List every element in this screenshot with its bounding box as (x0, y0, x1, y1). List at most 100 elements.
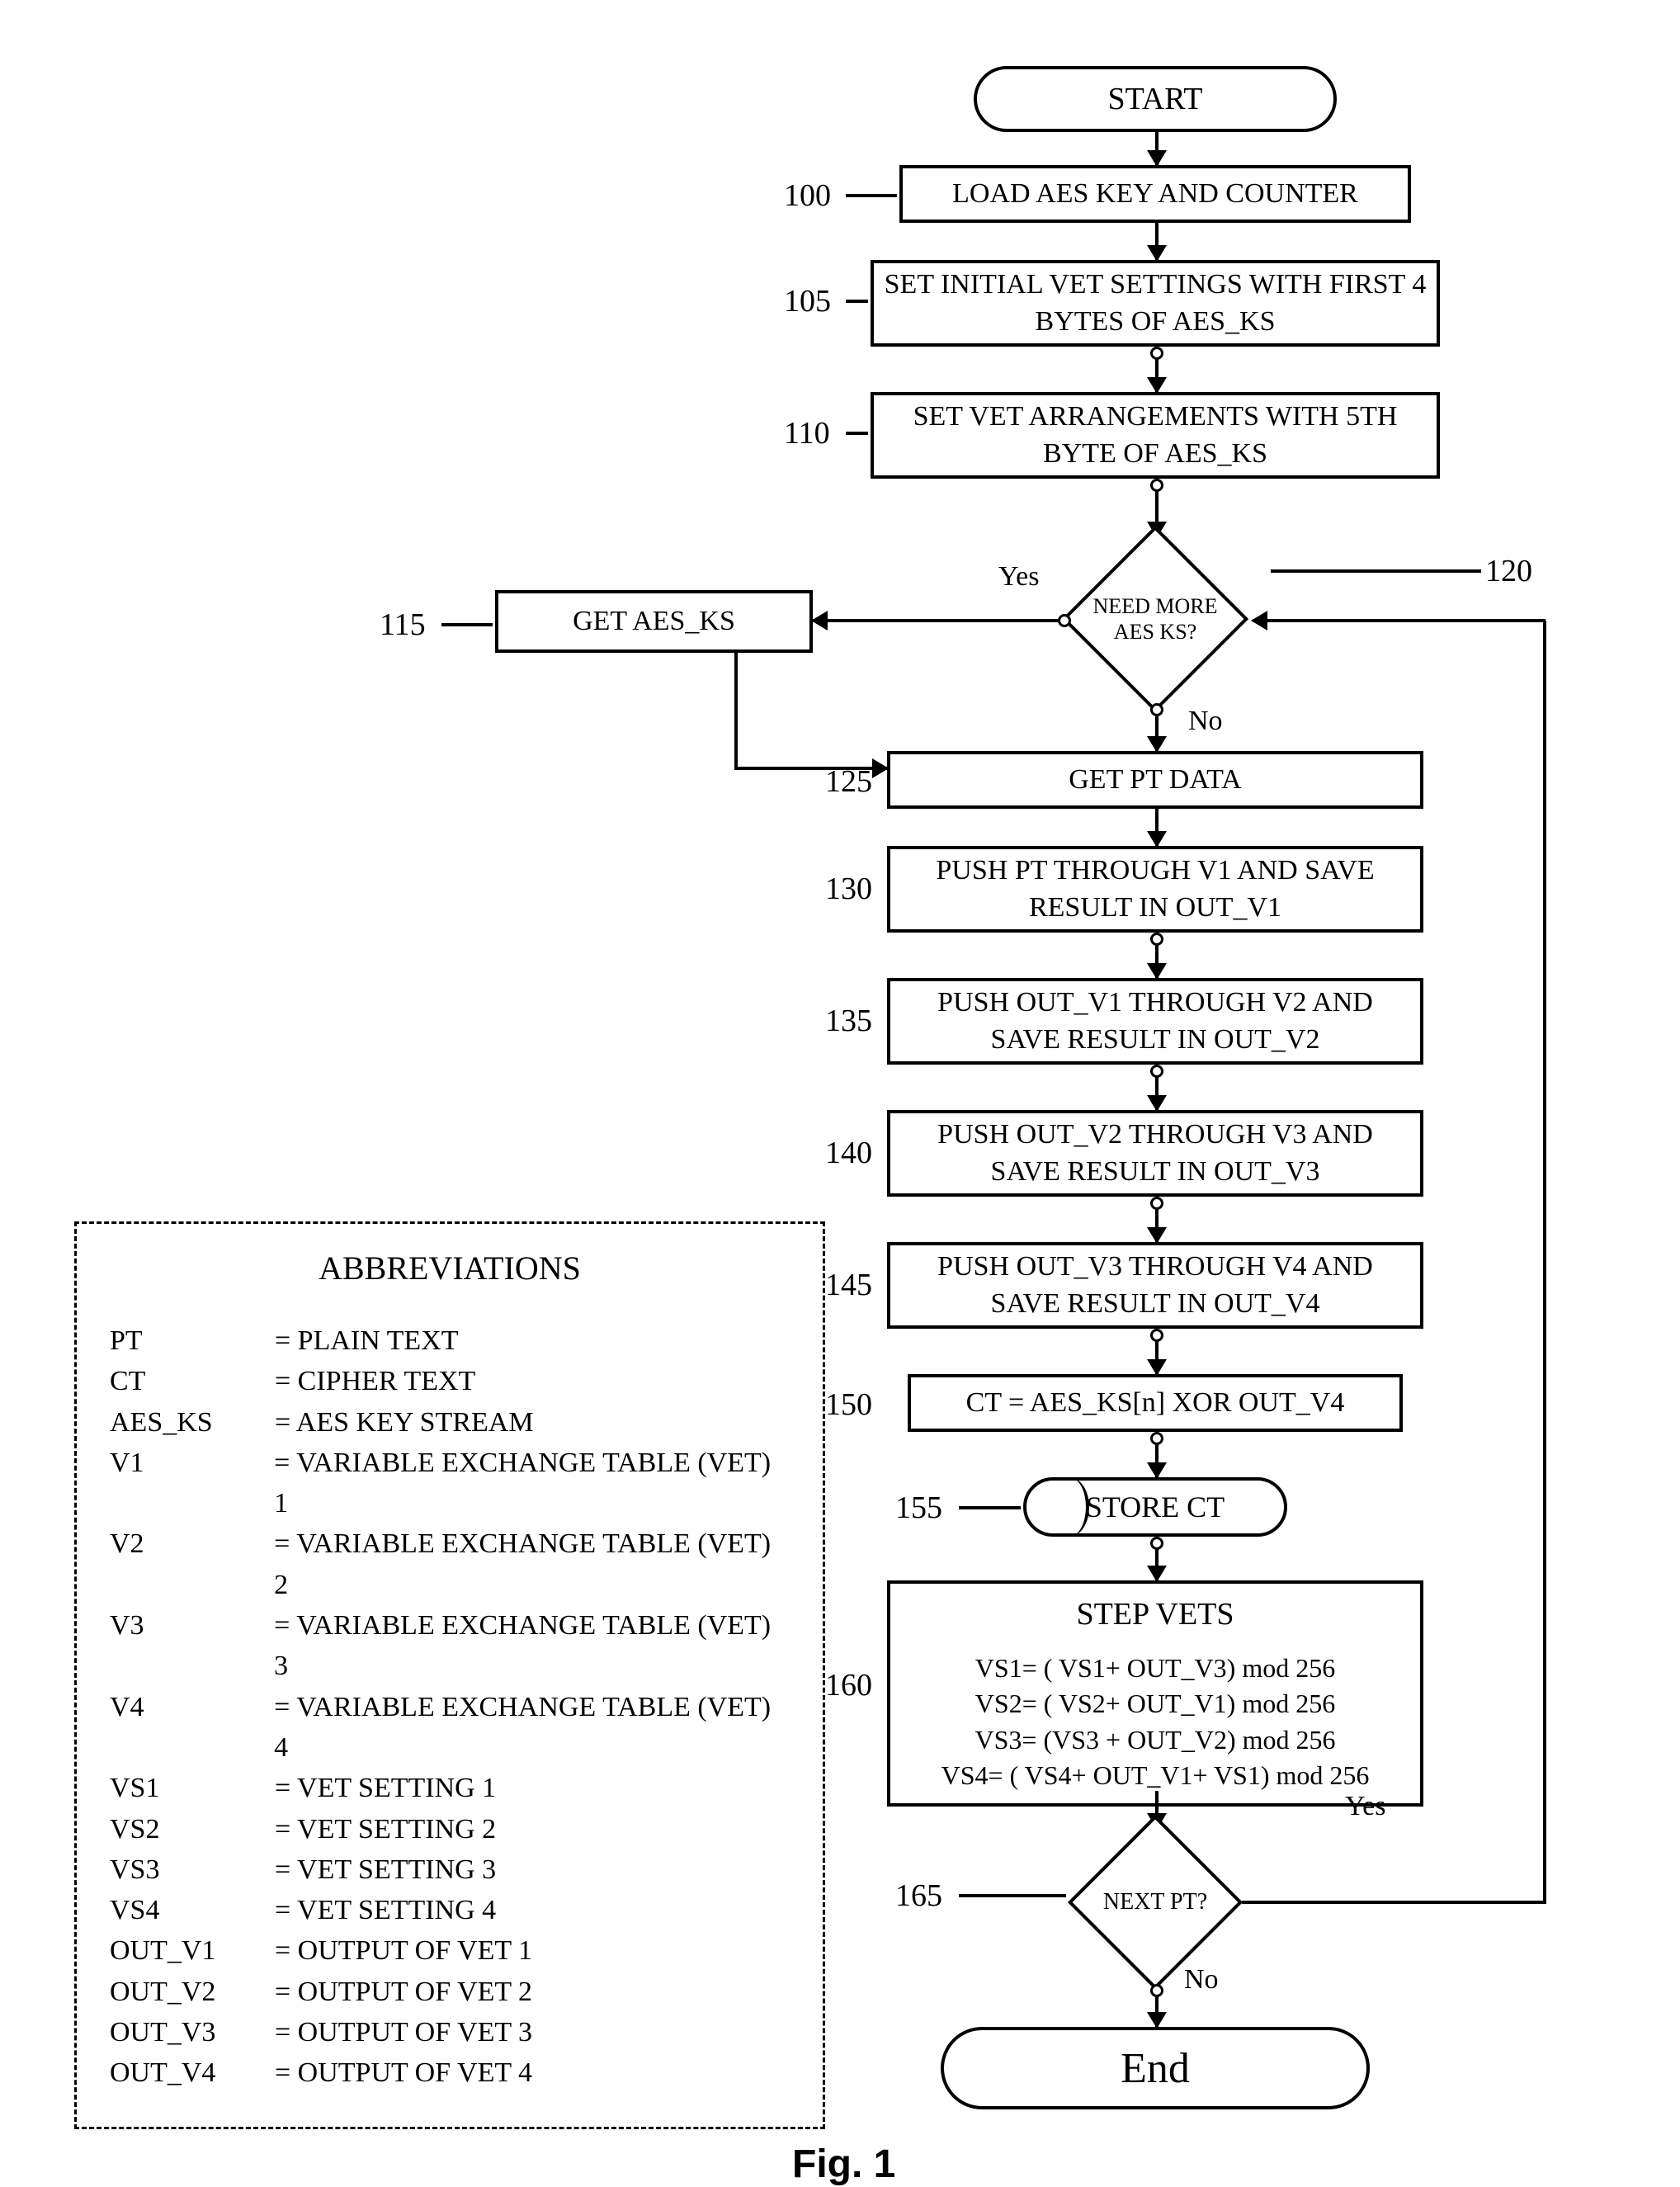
step-135-text: PUSH OUT_V1 THROUGH V2 AND SAVE RESULT I… (900, 985, 1410, 1057)
ref-130: 130 (825, 871, 872, 907)
label-yes-120: Yes (998, 561, 1039, 593)
refline-120 (1271, 569, 1481, 573)
arrow-start-100 (1155, 132, 1159, 165)
refline-105 (846, 300, 868, 303)
loop-165-h1 (1242, 1901, 1543, 1904)
ref-110: 110 (784, 415, 830, 451)
decision-165-text: NEXT PT? (1103, 1888, 1207, 1916)
step-115: GET AES_KS (495, 590, 813, 653)
step-155-text: STORE CT (1086, 1490, 1225, 1524)
loop-165-h2 (1253, 619, 1546, 622)
step-150: CT = AES_KS[n] XOR OUT_V4 (908, 1374, 1403, 1432)
abbr-key: VS2 (110, 1809, 275, 1849)
abbr-value: = CIPHER TEXT (275, 1361, 475, 1401)
abbr-value: = PLAIN TEXT (275, 1320, 459, 1361)
arrow-120-125 (1155, 716, 1159, 751)
ref-150: 150 (825, 1386, 872, 1423)
refline-165 (959, 1894, 1066, 1897)
arrow-155-160 (1155, 1548, 1159, 1580)
abbr-key: PT (110, 1320, 275, 1361)
ref-145: 145 (825, 1267, 872, 1303)
step-105-text: SET INITIAL VET SETTINGS WITH FIRST 4 BY… (884, 267, 1427, 339)
step-160-body: VS1= ( VS1+ OUT_V3) mod 256 VS2= ( VS2+ … (907, 1651, 1404, 1793)
abbr-row: VS3= VET SETTING 3 (110, 1849, 790, 1890)
step-125: GET PT DATA (887, 751, 1423, 809)
line-115-down (734, 653, 738, 767)
ref-120: 120 (1485, 553, 1532, 589)
conn-120-no (1150, 703, 1163, 716)
abbr-value: = VARIABLE EXCHANGE TABLE (VET) 1 (274, 1443, 790, 1524)
abbr-key: VS4 (110, 1890, 275, 1930)
step-110-text: SET VET ARRANGEMENTS WITH 5TH BYTE OF AE… (884, 399, 1427, 471)
step-130-text: PUSH PT THROUGH V1 AND SAVE RESULT IN OU… (900, 853, 1410, 925)
abbr-key: OUT_V4 (110, 2052, 275, 2093)
ref-115: 115 (380, 607, 426, 643)
abbr-row: V4= VARIABLE EXCHANGE TABLE (VET) 4 (110, 1687, 790, 1769)
step-140-text: PUSH OUT_V2 THROUGH V3 AND SAVE RESULT I… (900, 1117, 1410, 1189)
abbr-key: CT (110, 1361, 275, 1401)
abbr-list: PT= PLAIN TEXTCT= CIPHER TEXTAES_KS= AES… (110, 1320, 790, 2094)
arrow-130-135 (1155, 944, 1159, 978)
label-yes-165: Yes (1345, 1791, 1385, 1822)
start-label: START (1107, 81, 1202, 117)
abbr-value: = VARIABLE EXCHANGE TABLE (VET) 4 (274, 1687, 790, 1769)
abbr-row: VS4= VET SETTING 4 (110, 1890, 790, 1930)
arrow-140-145 (1155, 1208, 1159, 1242)
step-160-title: STEP VETS (907, 1594, 1404, 1636)
abbr-value: = VARIABLE EXCHANGE TABLE (VET) 2 (274, 1523, 790, 1605)
abbr-row: VS2= VET SETTING 2 (110, 1809, 790, 1849)
abbr-row: OUT_V3= OUTPUT OF VET 3 (110, 2012, 790, 2052)
ref-155: 155 (895, 1490, 942, 1526)
refline-155 (959, 1506, 1021, 1509)
abbr-value: = VET SETTING 2 (275, 1809, 496, 1849)
ref-165: 165 (895, 1878, 942, 1914)
abbr-value: = AES KEY STREAM (275, 1402, 534, 1443)
step-105: SET INITIAL VET SETTINGS WITH FIRST 4 BY… (871, 260, 1440, 347)
abbr-value: = VET SETTING 3 (275, 1849, 496, 1890)
abbr-value: = OUTPUT OF VET 3 (275, 2012, 532, 2052)
step-100-text: LOAD AES KEY AND COUNTER (952, 176, 1358, 212)
step-145-text: PUSH OUT_V3 THROUGH V4 AND SAVE RESULT I… (900, 1249, 1410, 1321)
abbr-value: = OUTPUT OF VET 2 (275, 1972, 532, 2012)
refline-100 (846, 194, 897, 197)
loop-165-v (1543, 621, 1546, 1904)
abbr-row: OUT_V4= OUTPUT OF VET 4 (110, 2052, 790, 2093)
abbreviations-box: ABBREVIATIONS PT= PLAIN TEXTCT= CIPHER T… (74, 1221, 825, 2129)
abbr-key: VS1 (110, 1768, 275, 1808)
abbr-value: = OUTPUT OF VET 1 (275, 1930, 532, 1971)
step-140: PUSH OUT_V2 THROUGH V3 AND SAVE RESULT I… (887, 1110, 1423, 1197)
arrow-145-150 (1155, 1340, 1159, 1374)
abbr-row: OUT_V2= OUTPUT OF VET 2 (110, 1972, 790, 2012)
abbr-row: V1= VARIABLE EXCHANGE TABLE (VET) 1 (110, 1443, 790, 1524)
abbr-heading: ABBREVIATIONS (110, 1249, 790, 1287)
abbr-value: = VET SETTING 4 (275, 1890, 496, 1930)
ref-100: 100 (784, 177, 831, 214)
decision-120-text: NEED MORE AES KS? (1092, 593, 1218, 645)
ref-160: 160 (825, 1667, 872, 1703)
abbr-key: V3 (110, 1605, 274, 1687)
step-135: PUSH OUT_V1 THROUGH V2 AND SAVE RESULT I… (887, 978, 1423, 1065)
abbr-key: V1 (110, 1443, 274, 1524)
abbr-key: V4 (110, 1687, 274, 1769)
step-155: STORE CT (1023, 1477, 1287, 1537)
abbr-key: OUT_V1 (110, 1930, 275, 1971)
refline-115 (441, 623, 493, 626)
end-label: End (1121, 2044, 1190, 2093)
abbr-row: CT= CIPHER TEXT (110, 1361, 790, 1401)
label-no-165: No (1184, 1964, 1219, 1996)
ref-125: 125 (825, 763, 872, 800)
step-130: PUSH PT THROUGH V1 AND SAVE RESULT IN OU… (887, 846, 1423, 933)
abbr-value: = OUTPUT OF VET 4 (275, 2052, 532, 2093)
start-terminal: START (974, 66, 1337, 132)
figure-label: Fig. 1 (792, 2142, 895, 2187)
flowchart-canvas: START LOAD AES KEY AND COUNTER 100 SET I… (33, 33, 1647, 2084)
ref-105: 105 (784, 283, 831, 319)
arrow-165-end (1155, 1996, 1159, 2027)
step-125-text: GET PT DATA (1069, 762, 1241, 798)
step-160: STEP VETS VS1= ( VS1+ OUT_V3) mod 256 VS… (887, 1580, 1423, 1807)
step-115-text: GET AES_KS (573, 603, 735, 640)
abbr-key: VS3 (110, 1849, 275, 1890)
arrow-125-130 (1155, 809, 1159, 846)
step-110: SET VET ARRANGEMENTS WITH 5TH BYTE OF AE… (871, 392, 1440, 479)
abbr-key: V2 (110, 1523, 274, 1605)
